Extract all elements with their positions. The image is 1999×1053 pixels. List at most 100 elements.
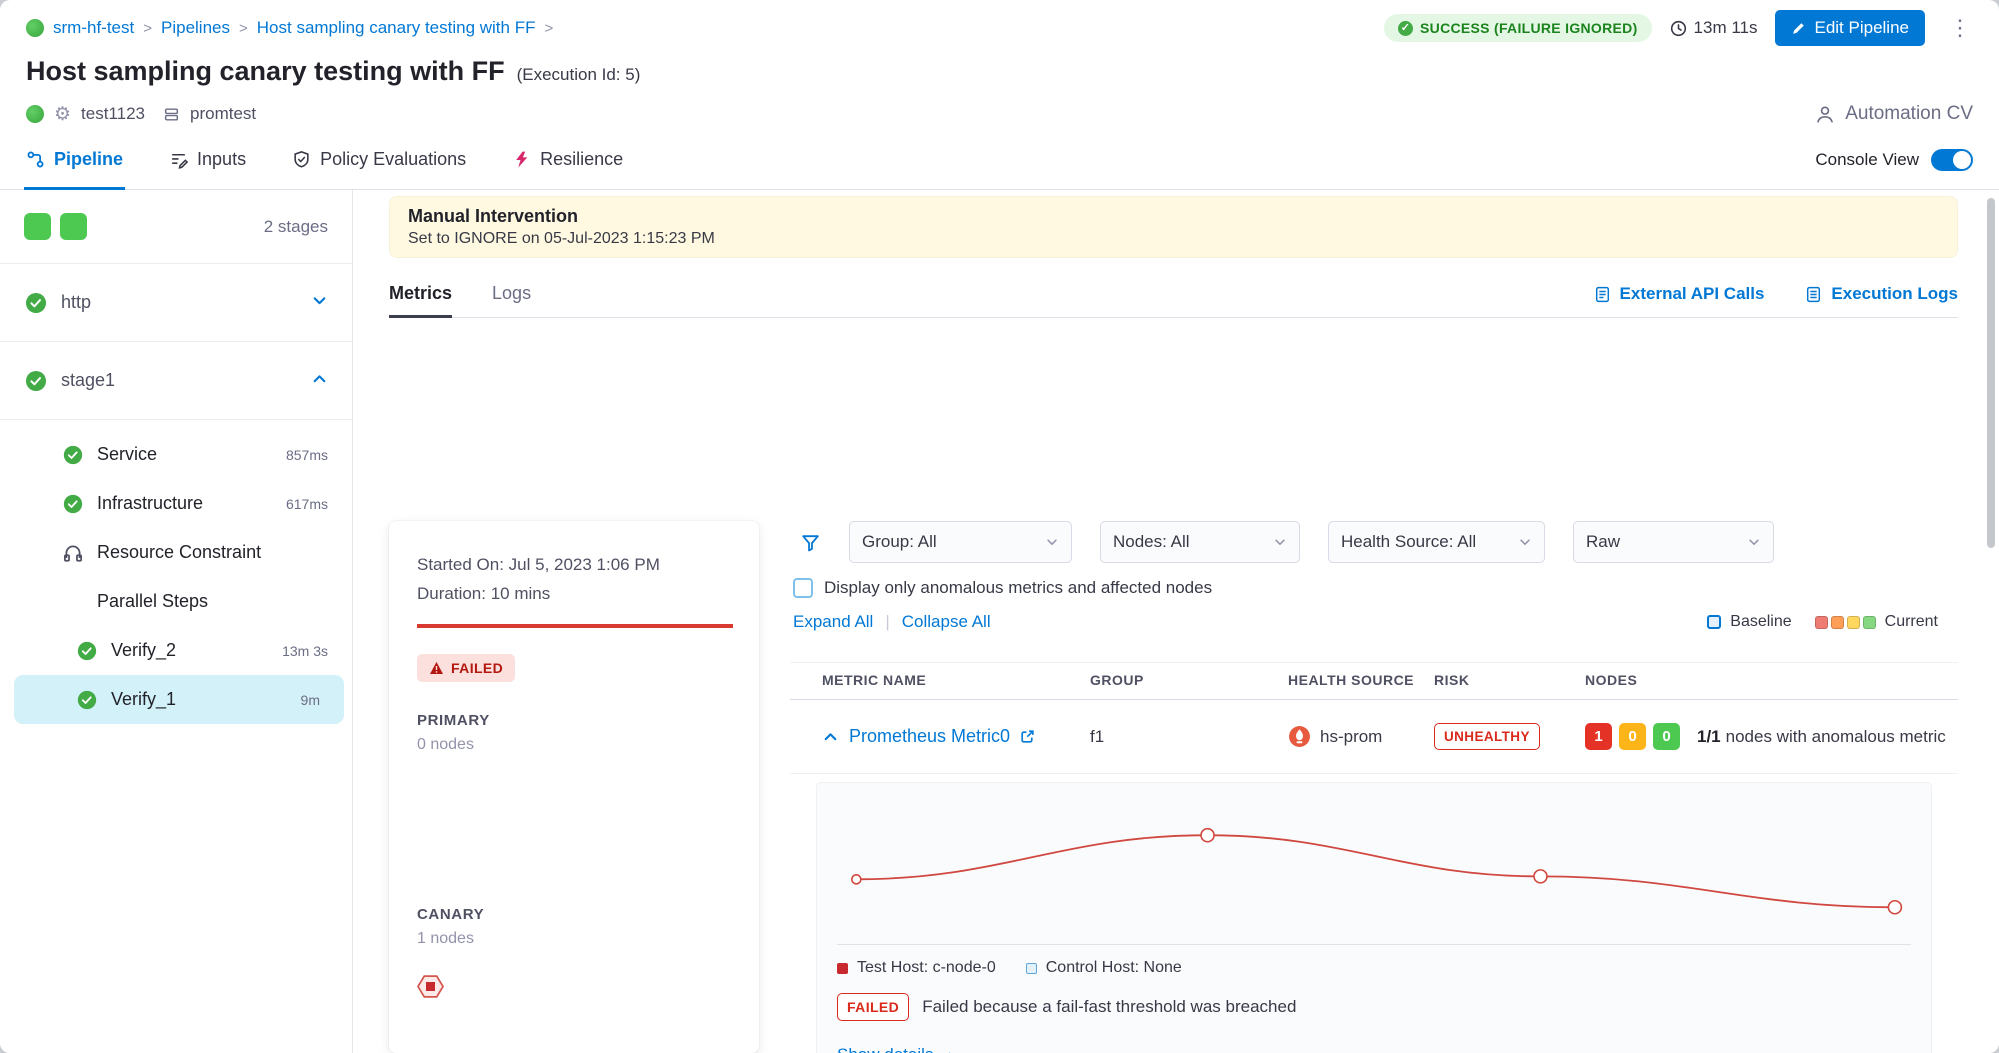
tab-resilience[interactable]: Resilience: [512, 130, 623, 189]
accordion-chevron-up-icon[interactable]: [822, 728, 839, 745]
current-legend-swatches: [1815, 616, 1876, 629]
metrics-filter-row: Group: All Nodes: All Health Source: All: [790, 521, 1958, 563]
baseline-legend-swatch: [1707, 615, 1721, 629]
service-status-icon: [26, 105, 44, 123]
stages-summary: 2 stages: [0, 190, 352, 264]
col-group: GROUP: [1090, 672, 1288, 688]
breadcrumb-separator: >: [544, 20, 553, 37]
manual-intervention-banner: Manual Intervention Set to IGNORE on 05-…: [389, 196, 1958, 258]
breadcrumb-pipeline-name[interactable]: Host sampling canary testing with FF: [257, 18, 536, 38]
sidebar-step-verify-1[interactable]: Verify_1 9m: [14, 675, 344, 724]
canary-group-label: CANARY: [417, 906, 731, 923]
sidebar-step-resource-constraint[interactable]: Resource Constraint: [0, 528, 352, 577]
verification-summary-card: Started On: Jul 5, 2023 1:06 PM Duration…: [389, 521, 759, 1053]
gear-icon: ⚙: [54, 103, 71, 126]
test-host-legend: Test Host: c-node-0: [837, 959, 996, 977]
control-host-label: Control Host: None: [1046, 959, 1182, 977]
console-view-control: Console View: [1815, 149, 1973, 171]
check-circle-icon: [62, 444, 84, 466]
sidebar-step-parallel-steps[interactable]: Parallel Steps: [0, 577, 352, 626]
tab-policy-evaluations[interactable]: Policy Evaluations: [292, 130, 466, 189]
anomalous-checkbox[interactable]: [793, 578, 813, 598]
expand-all-link[interactable]: Expand All: [793, 612, 873, 632]
control-host-legend: Control Host: None: [1026, 959, 1182, 977]
filter-funnel-icon[interactable]: [800, 532, 821, 553]
tab-resilience-label: Resilience: [540, 149, 623, 170]
nodes-cell: 1 0 0 1/1nodes with anomalous metric: [1585, 723, 1958, 750]
console-view-toggle[interactable]: [1931, 149, 1973, 171]
breadcrumb: srm-hf-test > Pipelines > Host sampling …: [26, 18, 553, 38]
step-duration: 617ms: [286, 496, 328, 512]
execution-logs-label: Execution Logs: [1831, 284, 1958, 304]
check-circle-icon: [76, 640, 98, 662]
chevron-up-icon[interactable]: [311, 370, 328, 392]
breadcrumb-separator: >: [143, 20, 152, 37]
anomalous-filter-row: Display only anomalous metrics and affec…: [790, 578, 1958, 598]
edit-pipeline-button[interactable]: Edit Pipeline: [1775, 10, 1925, 46]
sidebar-step-verify-2[interactable]: Verify_2 13m 3s: [0, 626, 352, 675]
console-view-label: Console View: [1815, 150, 1919, 170]
meta-row: ⚙ test1123 promtest Automation CV: [0, 88, 1999, 128]
environment-icon: [163, 106, 180, 123]
baseline-legend-label: Baseline: [1730, 613, 1791, 631]
chevron-down-icon: [1747, 535, 1761, 549]
show-details-link[interactable]: Show details: [837, 1045, 1911, 1053]
health-source-filter-dropdown[interactable]: Health Source: All: [1328, 521, 1545, 563]
group-filter-value: Group: All: [862, 532, 937, 552]
step-details-main: Manual Intervention Set to IGNORE on 05-…: [353, 190, 1999, 1053]
execution-body: 2 stages http stage1 Service 857ms: [0, 190, 1999, 1053]
kebab-menu-icon[interactable]: ⋮: [1943, 15, 1977, 41]
tab-pipeline[interactable]: Pipeline: [26, 130, 123, 189]
step-name: Verify_1: [111, 689, 176, 710]
execution-logs-link[interactable]: Execution Logs: [1804, 284, 1958, 304]
group-filter-dropdown[interactable]: Group: All: [849, 521, 1072, 563]
scrollbar-thumb[interactable]: [1987, 198, 1995, 548]
tab-metrics[interactable]: Metrics: [389, 283, 452, 317]
host-legend: Test Host: c-node-0 Control Host: None: [837, 959, 1911, 977]
metric-name-link[interactable]: Prometheus Metric0: [849, 726, 1010, 747]
hexagon-status-dot: [426, 982, 435, 991]
toggle-knob: [1953, 151, 1971, 169]
breadcrumb-pipelines[interactable]: Pipelines: [161, 18, 230, 38]
health-source-name: hs-prom: [1320, 727, 1382, 747]
metric-chart-svg: [837, 797, 1911, 944]
breadcrumb-project[interactable]: srm-hf-test: [53, 18, 134, 38]
verification-progress-bar: [417, 624, 733, 628]
chevron-up-icon: [942, 1048, 957, 1053]
failed-reason-text: Failed because a fail-fast threshold was…: [922, 997, 1296, 1017]
chevron-down-icon: [1045, 535, 1059, 549]
col-health-source: HEALTH SOURCE: [1288, 672, 1434, 688]
external-link-icon[interactable]: [1020, 729, 1035, 744]
pipeline-icon: [26, 150, 45, 169]
tab-logs[interactable]: Logs: [492, 283, 531, 317]
chevron-down-icon[interactable]: [311, 292, 328, 314]
success-check-icon: ✓: [1398, 21, 1413, 36]
window-scrollbar[interactable]: [1985, 192, 1997, 1049]
verification-failed-badge: FAILED: [417, 654, 515, 682]
user-icon: [1814, 103, 1836, 125]
resilience-icon: [512, 150, 531, 169]
nodes-filter-dropdown[interactable]: Nodes: All: [1100, 521, 1300, 563]
tab-inputs[interactable]: Inputs: [169, 130, 246, 189]
stage-status-square: [24, 213, 51, 240]
step-name: Verify_2: [111, 640, 176, 661]
stage-name: http: [61, 292, 91, 313]
sidebar-stage-http[interactable]: http: [0, 264, 352, 342]
collapse-all-link[interactable]: Collapse All: [902, 612, 991, 632]
step-name: Infrastructure: [97, 493, 203, 514]
chevron-down-icon: [1518, 535, 1532, 549]
metric-group-cell: f1: [1090, 727, 1288, 747]
tab-inputs-label: Inputs: [197, 149, 246, 170]
nodes-summary: 1/1nodes with anomalous metric: [1697, 727, 1946, 747]
canary-node-hexagon[interactable]: [417, 974, 444, 999]
data-mode-dropdown[interactable]: Raw: [1573, 521, 1774, 563]
chevron-down-icon: [1273, 535, 1287, 549]
external-api-calls-link[interactable]: External API Calls: [1593, 284, 1765, 304]
topbar: srm-hf-test > Pipelines > Host sampling …: [0, 0, 1999, 44]
risk-badge: UNHEALTHY: [1434, 723, 1540, 750]
sidebar-step-service[interactable]: Service 857ms: [0, 430, 352, 479]
sidebar-stage-stage1[interactable]: stage1: [0, 342, 352, 420]
duration-label: Duration: 10 mins: [417, 584, 731, 604]
metric-expanded-panel: Test Host: c-node-0 Control Host: None F…: [816, 782, 1932, 1053]
sidebar-step-infrastructure[interactable]: Infrastructure 617ms: [0, 479, 352, 528]
